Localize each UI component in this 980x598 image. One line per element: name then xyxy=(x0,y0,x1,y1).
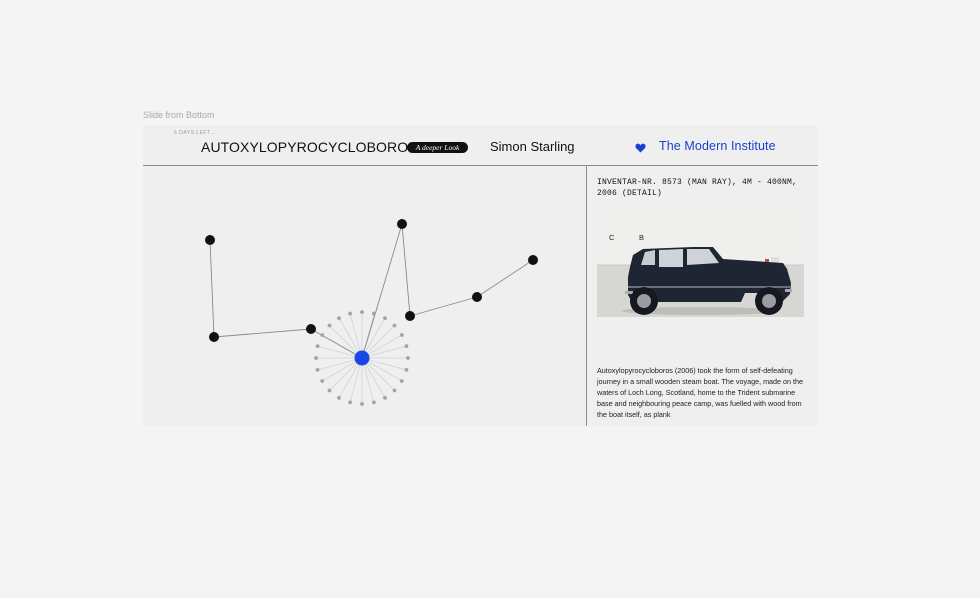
satellite-node xyxy=(399,333,404,337)
satellite-node xyxy=(348,311,352,316)
slide-caption: Slide from Bottom xyxy=(143,110,215,120)
satellite-node xyxy=(327,323,332,328)
satellite-node xyxy=(315,368,320,372)
satellite-node xyxy=(360,310,364,314)
graph-node xyxy=(405,311,415,321)
graph-edge xyxy=(310,328,363,359)
graph-edges xyxy=(209,223,534,404)
satellite-node xyxy=(383,395,387,400)
photo-letter-b: B xyxy=(639,233,645,242)
network-graph xyxy=(205,219,538,406)
satellite-node xyxy=(406,356,410,360)
graph-node xyxy=(209,332,219,342)
artwork-photo[interactable]: C B xyxy=(597,207,804,317)
satellite-node xyxy=(337,316,341,321)
satellite-node xyxy=(337,395,341,400)
satellite-node xyxy=(404,368,409,372)
satellite-node xyxy=(315,344,320,348)
graph-edge xyxy=(409,296,478,317)
satellite-node xyxy=(404,344,409,348)
graph-node xyxy=(528,255,538,265)
graph-edge xyxy=(401,223,411,317)
graph-edge xyxy=(209,239,215,338)
graph-nodes xyxy=(205,219,538,406)
artist-name[interactable]: Simon Starling xyxy=(490,139,575,154)
satellite-node xyxy=(320,379,325,383)
artwork-caption: INVENTAR-NR. 8573 (MAN RAY), 4M - 400NM,… xyxy=(597,178,798,198)
heart-icon[interactable] xyxy=(635,143,646,153)
satellite-node xyxy=(372,311,376,316)
graph-node xyxy=(205,235,215,245)
satellite-node xyxy=(383,316,387,321)
days-left-label: 5 DAYS LEFT... xyxy=(174,130,216,136)
slide-panel: 5 DAYS LEFT... AUTOXYLOPYROCYCLOBOROS A … xyxy=(143,125,818,426)
graph-edge xyxy=(476,259,534,298)
satellite-node xyxy=(348,400,352,405)
photo-letter-c: C xyxy=(609,233,615,242)
gallery-link[interactable]: The Modern Institute xyxy=(659,139,776,153)
graph-edge xyxy=(213,328,312,338)
satellite-node xyxy=(399,379,404,383)
satellite-node xyxy=(327,388,332,393)
graph-node xyxy=(397,219,407,229)
artwork-description: Autoxylopyrocycloboros (2006) took the f… xyxy=(597,366,804,419)
graph-node xyxy=(306,324,316,334)
hub-node xyxy=(354,350,370,366)
car-illustration xyxy=(597,207,804,317)
deeper-look-button[interactable]: A deeper Look xyxy=(407,142,468,153)
satellite-node xyxy=(392,388,397,393)
exhibition-title[interactable]: AUTOXYLOPYROCYCLOBOROS xyxy=(201,139,418,155)
satellite-node xyxy=(392,323,397,328)
vertical-divider xyxy=(586,165,587,426)
artwork-sidebar: INVENTAR-NR. 8573 (MAN RAY), 4M - 400NM,… xyxy=(597,177,807,419)
satellite-node xyxy=(314,356,318,360)
graph-node xyxy=(472,292,482,302)
satellite-node xyxy=(372,400,376,405)
satellite-node xyxy=(320,333,325,337)
header-bar: 5 DAYS LEFT... AUTOXYLOPYROCYCLOBOROS A … xyxy=(143,125,818,166)
satellite-node xyxy=(360,402,364,406)
